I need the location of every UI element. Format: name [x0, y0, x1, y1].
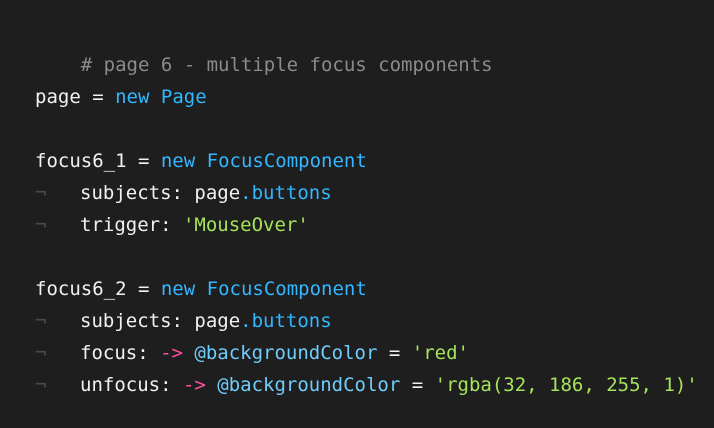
object-name: page	[194, 310, 241, 332]
property-key: subjects:	[80, 182, 195, 204]
property-key: trigger:	[80, 214, 183, 236]
property-key: unfocus:	[80, 374, 183, 396]
object-name: page	[194, 182, 241, 204]
keyword-new: new	[115, 86, 150, 108]
invisible-tab-marker: ¬	[35, 182, 47, 204]
code-line-focus6-2-subjects: ¬ subjects: page.buttons	[35, 305, 714, 337]
code-line-focus6-1: focus6_1 = new FocusComponent	[35, 145, 714, 177]
variable-name: focus6_1	[35, 150, 127, 172]
invisible-tab-marker: ¬	[35, 374, 47, 396]
string-literal: 'MouseOver'	[182, 214, 309, 236]
variable-name: page	[35, 86, 81, 108]
keyword-new: new	[160, 278, 196, 300]
comment-text: # page 6 - multiple focus components	[80, 54, 493, 76]
property-key: subjects:	[80, 310, 195, 332]
string-literal: 'rgba(32, 186, 255, 1)'	[434, 374, 698, 396]
invisible-tab-marker: ¬	[35, 310, 47, 332]
property-key: focus:	[80, 342, 161, 364]
code-editor[interactable]: # page 6 - multiple focus components pag…	[0, 0, 714, 428]
class-name: FocusComponent	[206, 278, 367, 300]
operator: =	[80, 86, 116, 108]
class-name: FocusComponent	[206, 150, 367, 172]
property-access: .buttons	[240, 310, 332, 332]
keyword-new: new	[160, 150, 196, 172]
instance-variable: @backgroundColor	[205, 374, 401, 396]
function-arrow: ->	[160, 342, 183, 364]
code-line-focus6-2-focus: ¬ focus: -> @backgroundColor = 'red'	[35, 337, 714, 369]
string-literal: 'red'	[411, 342, 469, 364]
operator: =	[400, 374, 435, 396]
operator: =	[126, 150, 161, 172]
code-line-focus6-1-trigger: ¬ trigger: 'MouseOver'	[35, 209, 714, 241]
variable-name: focus6_2	[35, 278, 127, 300]
instance-variable: @backgroundColor	[182, 342, 378, 364]
code-line-comment: # page 6 - multiple focus components	[35, 17, 714, 76]
code-line-focus6-1-subjects: ¬ subjects: page.buttons	[35, 177, 714, 209]
code-line-focus6-2-unfocus: ¬ unfocus: -> @backgroundColor = 'rgba(32…	[35, 369, 714, 401]
property-access: .buttons	[240, 182, 332, 204]
code-line-focus6-2: focus6_2 = new FocusComponent	[35, 273, 714, 305]
invisible-tab-marker: ¬	[35, 342, 47, 364]
invisible-tab-marker: ¬	[35, 214, 47, 236]
operator: =	[126, 278, 161, 300]
operator: =	[377, 342, 412, 364]
class-name: Page	[160, 86, 207, 108]
function-arrow: ->	[182, 374, 206, 396]
code-line-page: page = new Page	[35, 81, 714, 113]
